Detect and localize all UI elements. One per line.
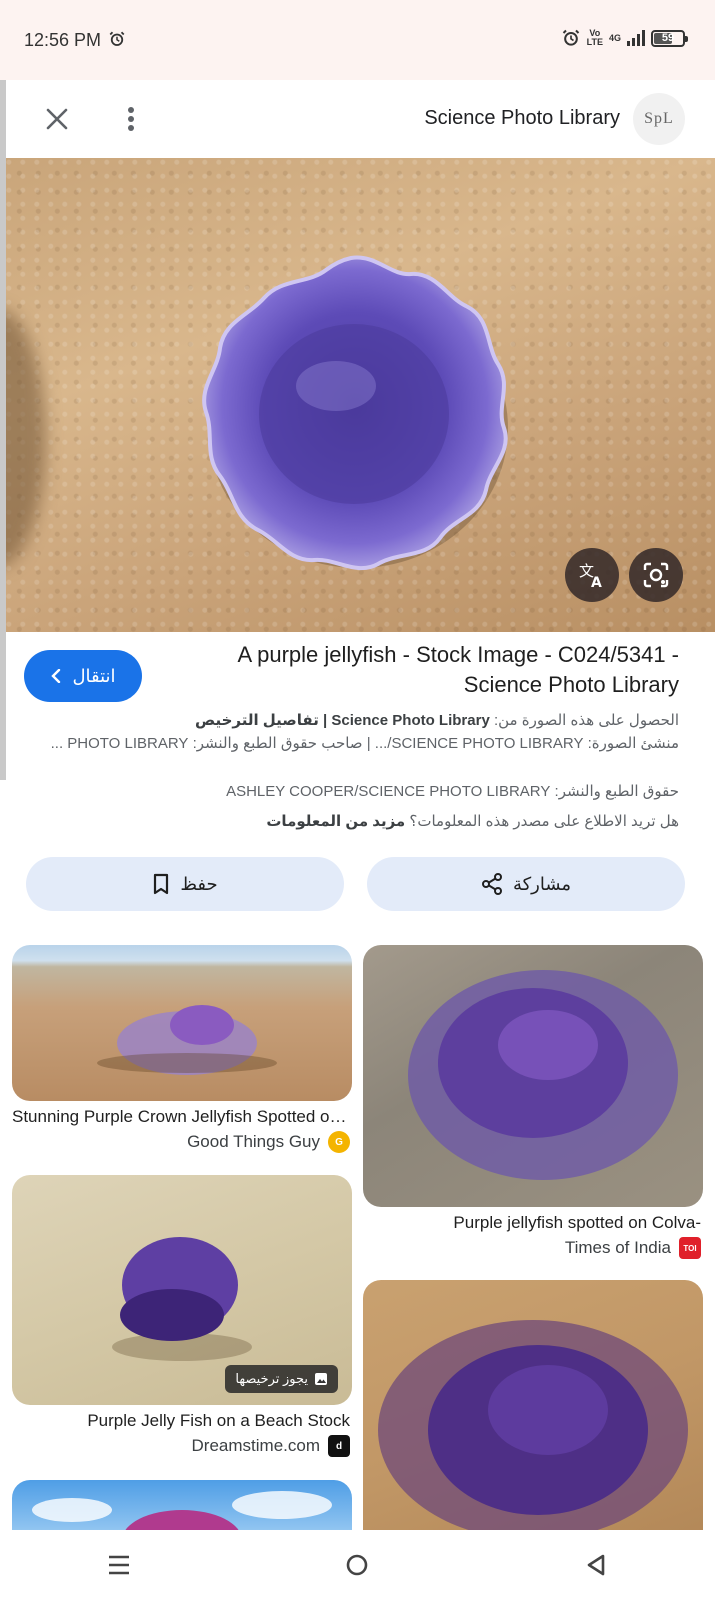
visit-button[interactable]: انتقال [24, 650, 142, 702]
license-details-link[interactable]: | تفاصيل الترخيص [195, 712, 327, 729]
back-button[interactable] [566, 1540, 626, 1590]
related-result-card[interactable]: Stunning Purple Crown Jellyfish Spotted … [12, 945, 352, 1153]
licensable-badge: يجوز ترخيصها [225, 1365, 338, 1393]
image-source-line: الحصول على هذه الصورة من: Science Photo … [195, 712, 679, 729]
home-icon [347, 1554, 368, 1576]
share-label: مشاركة [512, 873, 572, 894]
share-button[interactable]: مشاركة [367, 857, 685, 911]
source-question-line: هل تريد الاطلاع على مصدر هذه المعلومات؟ … [266, 813, 679, 830]
volte-indicator: Vo LTE [586, 28, 603, 47]
copyright-line: حقوق الطبع والنشر: ASHLEY COOPER/SCIENCE… [226, 783, 679, 800]
system-nav-bar [0, 1530, 715, 1600]
more-vertical-icon [128, 107, 134, 131]
image-source-link[interactable]: Science Photo Library [331, 712, 489, 729]
related-source: Dreamstime.com d [12, 1435, 352, 1457]
related-thumbnail[interactable] [12, 945, 352, 1101]
more-info-link[interactable]: مزيد من المعلومات [266, 813, 405, 830]
alarm-icon [109, 31, 125, 46]
translate-icon: 文A [579, 562, 602, 590]
source-favicon: d [328, 1435, 350, 1457]
chevron-left-icon [51, 669, 61, 683]
source-favicon: TOI [679, 1237, 701, 1259]
main-image[interactable]: 文A [6, 158, 715, 632]
share-icon [481, 873, 502, 895]
home-button[interactable] [327, 1540, 387, 1590]
related-title: Purple jellyfish spotted on Colva- [453, 1213, 701, 1232]
related-result-card[interactable]: يجوز ترخيصها Purple Jelly Fish on a Beac… [12, 1175, 352, 1457]
related-thumbnail[interactable]: يجوز ترخيصها [12, 1175, 352, 1405]
svg-text:A: A [591, 575, 602, 590]
related-result-card[interactable]: Purple jellyfish spotted on Colva- Times… [363, 945, 703, 1259]
back-icon [587, 1554, 605, 1576]
jellyfish-image [202, 255, 508, 571]
more-options-button[interactable] [114, 102, 148, 136]
image-icon [315, 1373, 327, 1385]
alarm-icon [562, 29, 579, 46]
related-source: Times of India TOI [363, 1237, 703, 1259]
visit-label: انتقال [72, 665, 116, 686]
battery-level: 59 [661, 32, 675, 44]
battery-icon: 59 [651, 29, 688, 47]
viewer-header: Science Photo Library SpL [6, 80, 715, 158]
lens-search-button[interactable] [629, 548, 683, 602]
related-source: Good Things Guy G [12, 1131, 352, 1153]
related-result-card[interactable] [363, 1280, 703, 1550]
bookmark-icon [154, 873, 169, 895]
creator-line: منشئ الصورة: SCIENCE PHOTO LIBRARY/... |… [50, 735, 679, 752]
site-title[interactable]: Science Photo Library [424, 107, 620, 130]
translate-button[interactable]: 文A [565, 548, 619, 602]
signal-icon [627, 30, 645, 46]
lens-icon [643, 562, 669, 588]
save-button[interactable]: حفظ [26, 857, 344, 911]
close-icon [46, 108, 68, 130]
close-button[interactable] [40, 102, 74, 136]
network-type: 4G [608, 32, 621, 43]
status-time: 12:56 PM [24, 30, 102, 50]
site-logo[interactable]: SpL [633, 93, 685, 145]
related-thumbnail[interactable] [363, 1280, 703, 1550]
status-icons: Vo LTE 4G 59 [561, 28, 688, 48]
status-bar: 12:56 PM Vo LTE 4G 59 [0, 0, 715, 80]
source-favicon: G [328, 1131, 350, 1153]
recent-apps-icon [109, 1555, 130, 1575]
save-label: حفظ [180, 873, 218, 894]
related-title: Purple Jelly Fish on a Beach Stock [87, 1411, 350, 1430]
related-title: Stunning Purple Crown Jellyfish Spotted … [12, 1107, 352, 1126]
recent-apps-button[interactable] [89, 1540, 149, 1590]
related-thumbnail[interactable] [363, 945, 703, 1207]
result-title[interactable]: A purple jellyfish - Stock Image - C024/… [199, 640, 679, 700]
